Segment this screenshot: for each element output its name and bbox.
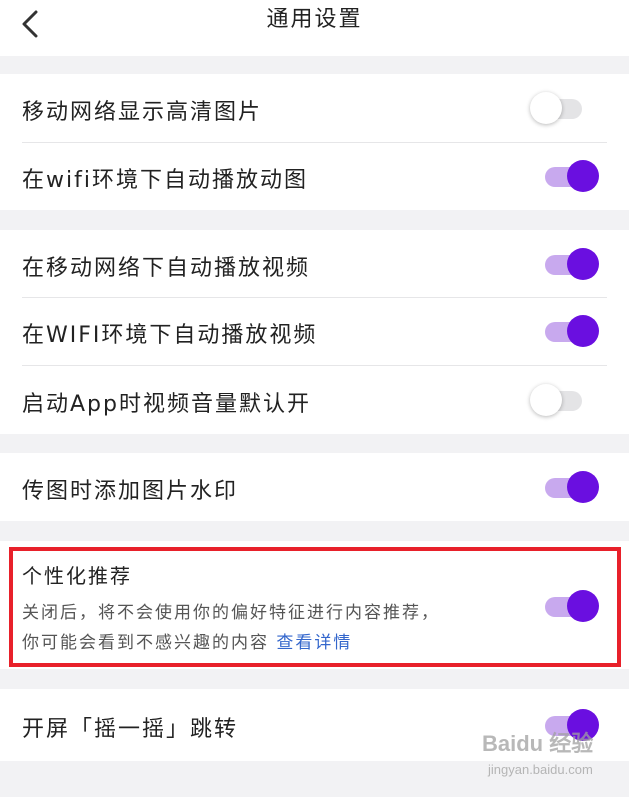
- recommend-description-text: 你可能会看到不感兴趣的内容: [22, 633, 269, 653]
- toggle-image-watermark[interactable]: [545, 470, 599, 504]
- watermark-brand: Baidu 经验: [482, 731, 594, 756]
- toggle-hd-images[interactable]: [530, 91, 584, 125]
- setting-label: 在WIFI环境下自动播放视频: [22, 323, 318, 348]
- view-details-link[interactable]: 查看详情: [276, 633, 352, 653]
- toggle-mobile-video[interactable]: [545, 247, 599, 281]
- toggle-recommend[interactable]: [545, 589, 599, 623]
- setting-row-startup-volume: 启动App时视频音量默认开: [0, 365, 629, 434]
- watermark-url: jingyan.baidu.com: [488, 762, 593, 777]
- toggle-startup-volume[interactable]: [530, 383, 584, 417]
- setting-label: 开屏「摇一摇」跳转: [22, 717, 239, 742]
- setting-label: 传图时添加图片水印: [22, 479, 239, 504]
- setting-label: 移动网络显示高清图片: [22, 100, 263, 125]
- setting-label: 在移动网络下自动播放视频: [22, 256, 311, 281]
- setting-row-image-watermark: 传图时添加图片水印: [0, 453, 629, 521]
- toggle-wifi-video[interactable]: [545, 314, 599, 348]
- recommend-title: 个性化推荐: [22, 564, 132, 588]
- header-bar: 通用设置: [0, 0, 629, 56]
- recommend-description-line1: 关闭后，将不会使用你的偏好特征进行内容推荐，: [22, 603, 440, 623]
- setting-label: 启动App时视频音量默认开: [22, 392, 311, 417]
- page-title: 通用设置: [266, 7, 363, 32]
- setting-row-mobile-video: 在移动网络下自动播放视频: [0, 230, 629, 298]
- setting-row-wifi-video: 在WIFI环境下自动播放视频: [0, 297, 629, 365]
- recommend-description-line2: 你可能会看到不感兴趣的内容 查看详情: [22, 628, 352, 653]
- setting-row-wifi-gif: 在wifi环境下自动播放动图: [0, 142, 629, 210]
- setting-label: 在wifi环境下自动播放动图: [22, 168, 308, 193]
- toggle-wifi-gif[interactable]: [545, 159, 599, 193]
- setting-row-hd-images: 移动网络显示高清图片: [0, 74, 629, 142]
- baidu-watermark-logo: Baidu 经验 jingyan.baidu.com: [482, 722, 627, 792]
